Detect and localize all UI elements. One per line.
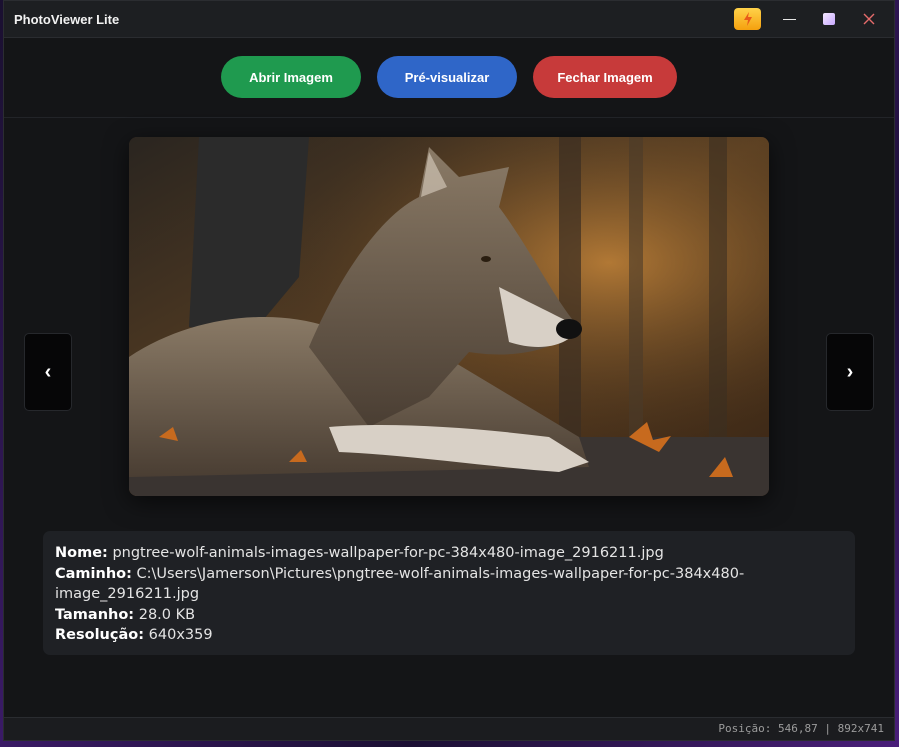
lightning-icon[interactable] <box>734 8 761 30</box>
minimize-icon <box>782 18 796 20</box>
previous-image-button[interactable]: ‹ <box>24 333 72 411</box>
next-image-button[interactable]: › <box>826 333 874 411</box>
toolbar: Abrir Imagem Pré-visualizar Fechar Image… <box>4 37 894 118</box>
close-window-button[interactable] <box>854 6 884 32</box>
resolution-label: Resolução: <box>55 627 145 643</box>
size-value: 28.0 KB <box>138 606 196 623</box>
image-info-panel: Nome: pngtree-wolf-animals-images-wallpa… <box>43 531 855 655</box>
size-label: Tamanho: <box>55 606 135 623</box>
preview-button[interactable]: Pré-visualizar <box>377 56 517 98</box>
info-row-path: Caminho: C:\Users\Jamerson\Pictures\pngt… <box>55 564 843 605</box>
image-display <box>129 137 769 496</box>
info-row-name: Nome: pngtree-wolf-animals-images-wallpa… <box>55 543 843 564</box>
path-label: Caminho: <box>55 565 132 582</box>
minimize-button[interactable] <box>774 6 804 32</box>
image-viewer: ‹ › <box>4 118 894 518</box>
status-bar: Posição: 546,87 | 892x741 <box>4 717 894 740</box>
wolf-photo-icon <box>129 137 769 496</box>
maximize-icon <box>823 13 835 25</box>
info-row-resolution: Resolução: 640x359 <box>55 625 843 646</box>
path-value: C:\Users\Jamerson\Pictures\pngtree-wolf-… <box>55 565 745 603</box>
maximize-button[interactable] <box>814 6 844 32</box>
info-row-size: Tamanho: 28.0 KB <box>55 605 843 626</box>
name-label: Nome: <box>55 545 108 561</box>
name-value: pngtree-wolf-animals-images-wallpaper-fo… <box>112 545 664 561</box>
title-bar[interactable]: PhotoViewer Lite <box>4 1 894 38</box>
app-title: PhotoViewer Lite <box>14 12 120 27</box>
app-window: PhotoViewer Lite Abrir Imagem Pré-visual… <box>3 0 895 741</box>
resolution-value: 640x359 <box>148 627 213 643</box>
close-icon <box>863 13 875 25</box>
close-image-button[interactable]: Fechar Imagem <box>533 56 677 98</box>
open-image-button[interactable]: Abrir Imagem <box>221 56 361 98</box>
status-text: Posição: 546,87 | 892x741 <box>718 722 884 735</box>
